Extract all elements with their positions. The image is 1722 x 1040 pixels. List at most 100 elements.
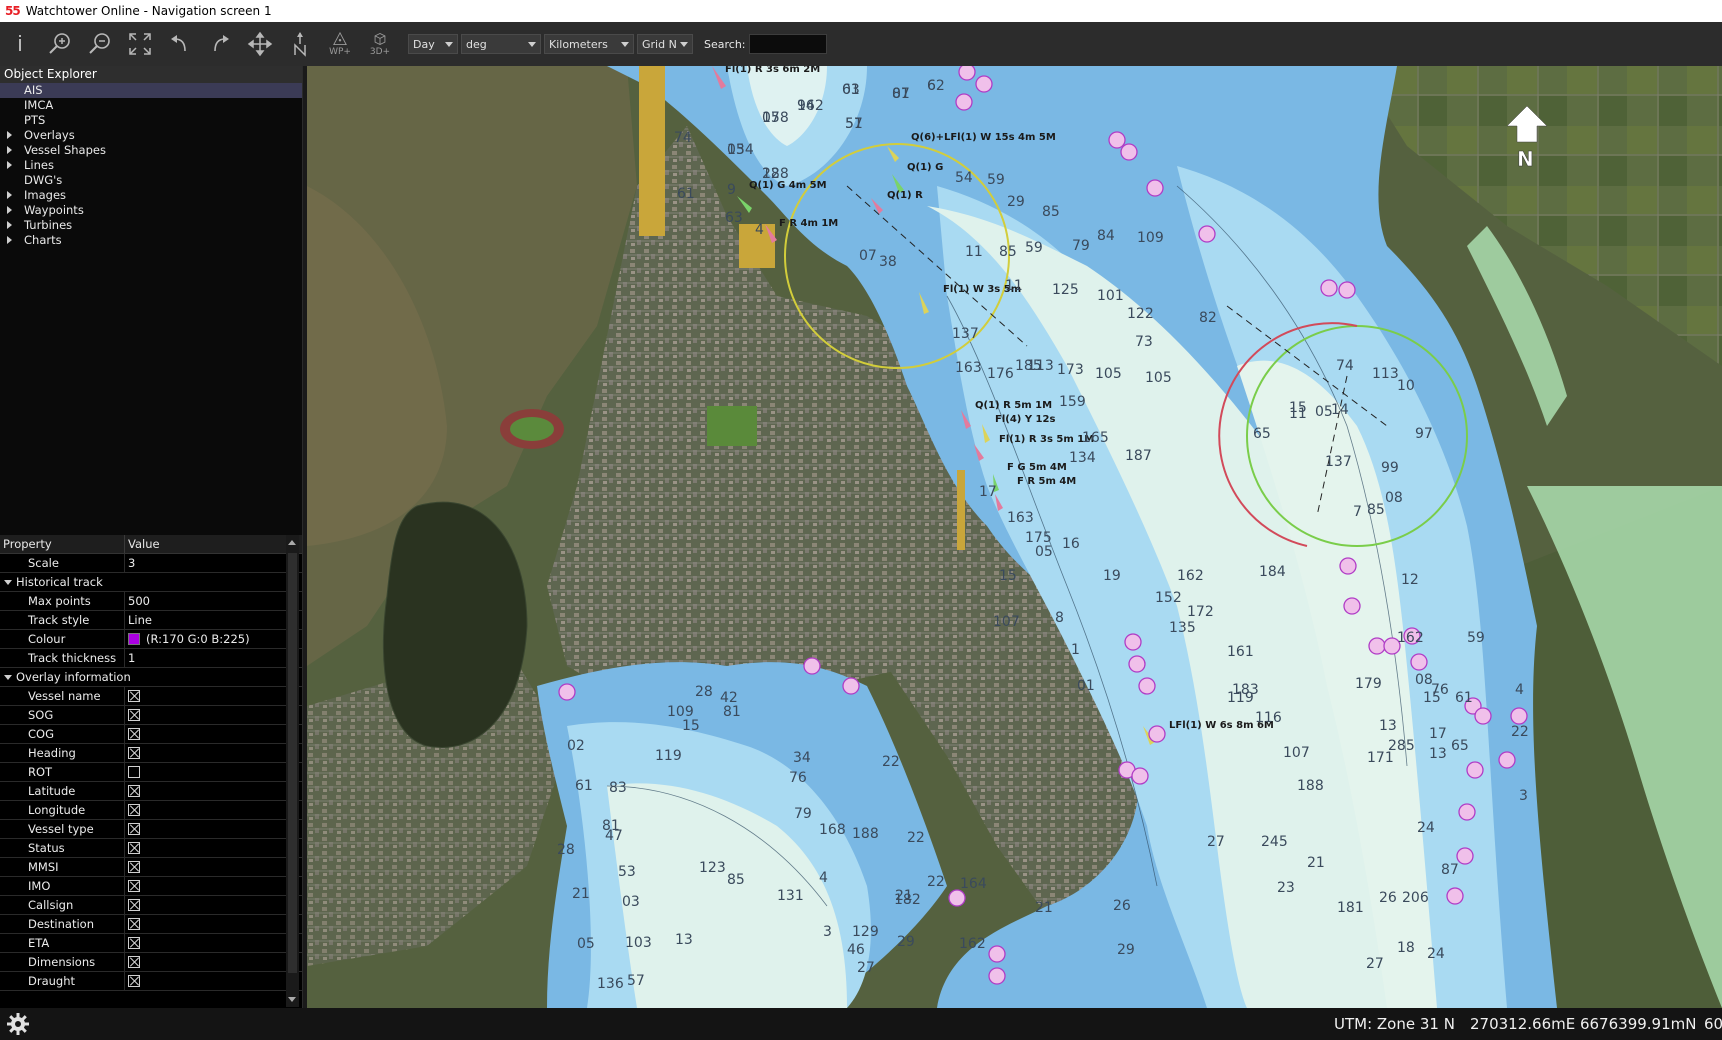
tree-item-overlays[interactable]: Overlays	[0, 128, 302, 143]
angle-unit-select[interactable]: deg	[461, 34, 541, 54]
property-value	[125, 706, 285, 724]
light-label: F R 4m 1M	[779, 218, 838, 229]
property-value[interactable]: 3	[125, 554, 285, 572]
property-row-callsign[interactable]: Callsign	[0, 896, 302, 915]
property-row-max-points[interactable]: Max points 500	[0, 592, 302, 611]
checkbox[interactable]	[128, 956, 140, 968]
zoom-out-button[interactable]	[80, 24, 120, 64]
expand-arrow-icon[interactable]	[7, 236, 12, 244]
property-scrollbar[interactable]	[286, 535, 299, 1007]
property-row-vessel-type[interactable]: Vessel type	[0, 820, 302, 839]
expand-arrow-icon[interactable]	[7, 161, 12, 169]
add-3d-button[interactable]: 3D+	[360, 24, 400, 64]
property-row-dimensions[interactable]: Dimensions	[0, 953, 302, 972]
undo-button[interactable]	[160, 24, 200, 64]
property-row-cog[interactable]: COG	[0, 725, 302, 744]
property-row-track-style[interactable]: Track style Line	[0, 611, 302, 630]
property-label: Callsign	[0, 896, 125, 914]
tree-item-images[interactable]: Images	[0, 188, 302, 203]
north-mode-select[interactable]: Grid N	[637, 34, 693, 54]
tree-item-waypoints[interactable]: Waypoints	[0, 203, 302, 218]
depth-sounding: 103	[625, 935, 652, 951]
checkbox[interactable]	[128, 785, 140, 797]
checkbox[interactable]	[128, 975, 140, 987]
checkbox[interactable]	[128, 690, 140, 702]
checkbox[interactable]	[128, 918, 140, 930]
colour-swatch[interactable]	[128, 633, 140, 645]
property-row-mmsi[interactable]: MMSI	[0, 858, 302, 877]
redo-button[interactable]	[200, 24, 240, 64]
property-row-longitude[interactable]: Longitude	[0, 801, 302, 820]
checkbox[interactable]	[128, 728, 140, 740]
expand-arrow-icon[interactable]	[7, 191, 12, 199]
property-value[interactable]: 1	[125, 649, 285, 667]
property-value[interactable]: (R:170 G:0 B:225)	[125, 630, 285, 648]
scroll-down-icon[interactable]	[288, 997, 296, 1002]
checkbox[interactable]	[128, 842, 140, 854]
property-label: Draught	[0, 972, 125, 990]
property-value[interactable]: Line	[125, 611, 285, 629]
checkbox[interactable]	[128, 899, 140, 911]
tree-item-ais[interactable]: AIS	[0, 83, 302, 98]
tree-item-charts[interactable]: Charts	[0, 233, 302, 248]
nautical-chart[interactable]: Fl(1) R 3s 6m 2M Q(6)+LFl(1) W 15s 4m 5M…	[307, 66, 1722, 1008]
property-row-status[interactable]: Status	[0, 839, 302, 858]
scroll-thumb[interactable]	[288, 553, 297, 973]
expand-arrow-icon[interactable]	[7, 131, 12, 139]
north-up-button[interactable]	[280, 24, 320, 64]
tree-item-imca[interactable]: IMCA	[0, 98, 302, 113]
property-row-draught[interactable]: Draught	[0, 972, 302, 991]
zoom-in-button[interactable]	[40, 24, 80, 64]
scroll-up-icon[interactable]	[288, 540, 296, 545]
property-group-historical-track[interactable]: Historical track	[0, 573, 302, 592]
pan-button[interactable]	[240, 24, 280, 64]
checkbox[interactable]	[128, 823, 140, 835]
property-row-eta[interactable]: ETA	[0, 934, 302, 953]
chart-map-view[interactable]: Fl(1) R 3s 6m 2M Q(6)+LFl(1) W 15s 4m 5M…	[307, 66, 1722, 1008]
expand-arrow-icon[interactable]	[7, 206, 12, 214]
distance-unit-select[interactable]: Kilometers	[544, 34, 634, 54]
property-row-sog[interactable]: SOG	[0, 706, 302, 725]
zoom-extent-button[interactable]	[120, 24, 160, 64]
depth-sounding: 59	[987, 172, 1005, 188]
checkbox[interactable]	[128, 709, 140, 721]
tree-item-turbines[interactable]: Turbines	[0, 218, 302, 233]
property-row-heading[interactable]: Heading	[0, 744, 302, 763]
checkbox[interactable]	[128, 747, 140, 759]
tree-item-label: Overlays	[24, 128, 75, 142]
property-row-latitude[interactable]: Latitude	[0, 782, 302, 801]
property-row-track-thickness[interactable]: Track thickness 1	[0, 649, 302, 668]
property-row-scale[interactable]: Scale 3	[0, 554, 302, 573]
column-header-property[interactable]: Property	[0, 535, 125, 553]
checkbox[interactable]	[128, 766, 140, 778]
day-mode-select[interactable]: Day	[408, 34, 458, 54]
property-group-overlay-information[interactable]: Overlay information	[0, 668, 302, 687]
property-row-rot[interactable]: ROT	[0, 763, 302, 782]
depth-sounding: 53	[618, 864, 636, 880]
depth-sounding: 161	[1227, 644, 1254, 660]
tree-item-vessel-shapes[interactable]: Vessel Shapes	[0, 143, 302, 158]
checkbox[interactable]	[128, 880, 140, 892]
property-value[interactable]: 500	[125, 592, 285, 610]
tree-item-pts[interactable]: PTS	[0, 113, 302, 128]
column-header-value[interactable]: Value	[125, 535, 285, 553]
property-row-colour[interactable]: Colour (R:170 G:0 B:225)	[0, 630, 302, 649]
expand-arrow-icon[interactable]	[7, 221, 12, 229]
settings-gear-icon[interactable]	[6, 1012, 30, 1036]
search-input[interactable]	[748, 34, 827, 54]
expand-arrow-icon[interactable]	[7, 146, 12, 154]
tree-item-dwg-s[interactable]: DWG's	[0, 173, 302, 188]
checkbox[interactable]	[128, 937, 140, 949]
tree-item-lines[interactable]: Lines	[0, 158, 302, 173]
depth-sounding: 13	[675, 932, 693, 948]
cursor-coordinates: 270312.66mE 6676399.91mN	[1470, 1015, 1697, 1033]
depth-sounding: 10	[1397, 378, 1415, 394]
add-waypoint-button[interactable]: WP+	[320, 24, 360, 64]
property-row-vessel-name[interactable]: Vessel name	[0, 687, 302, 706]
depth-sounding: 28	[557, 842, 575, 858]
property-row-destination[interactable]: Destination	[0, 915, 302, 934]
checkbox[interactable]	[128, 861, 140, 873]
property-row-imo[interactable]: IMO	[0, 877, 302, 896]
info-button[interactable]	[0, 24, 40, 64]
checkbox[interactable]	[128, 804, 140, 816]
